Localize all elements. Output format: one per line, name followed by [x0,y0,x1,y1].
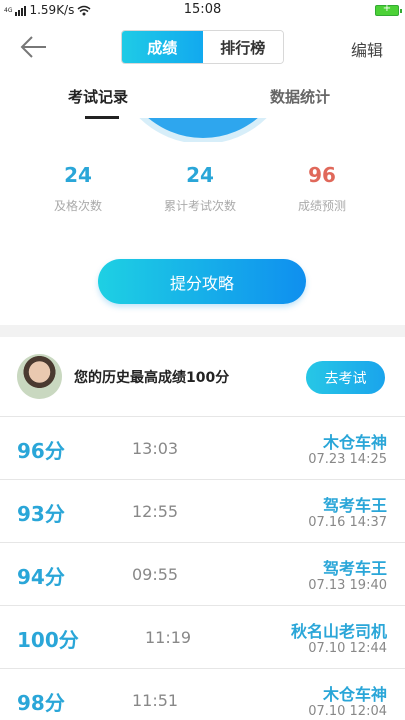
record-date: 07.13 19:40 [308,578,387,593]
record-title: 木仓车神 [322,433,387,452]
segment-scores[interactable]: 成绩 [122,31,203,63]
edit-button[interactable]: 编辑 [351,37,383,61]
stat-value: 24 [186,163,214,187]
tab-statistics[interactable]: 数据统计 [270,86,330,107]
record-date: 07.16 14:37 [308,515,387,530]
segment-ranking[interactable]: 排行榜 [202,31,283,63]
stat-label: 累计考试次数 [163,199,236,213]
record-row[interactable]: 98分 11:51 木仓车神 07.10 12:04 [0,669,405,720]
record-duration: 13:03 [132,439,179,458]
tab-bar: 考试记录 数据统计 [0,78,405,119]
record-score: 96分 [17,439,65,463]
nav-bar: 成绩 排行榜 编辑 [0,20,405,74]
go-exam-button[interactable]: 去考试 [306,361,385,394]
record-date: 07.10 12:04 [308,704,387,719]
stat-total-exams: 24 累计考试次数 [140,163,260,214]
back-arrow-icon[interactable] [18,34,48,60]
score-circle [118,118,288,138]
avatar[interactable] [17,354,62,399]
improve-tips-button[interactable]: 提分攻略 [98,259,306,304]
record-duration: 11:19 [145,628,192,647]
record-score: 100分 [17,628,79,652]
status-time: 15:08 [183,2,222,17]
score-circle-area [0,118,405,142]
record-score: 94分 [17,565,65,589]
battery-icon: + [375,3,402,16]
section-divider [0,325,405,337]
segment-control: 成绩 排行榜 [121,30,284,64]
record-date: 07.23 14:25 [308,452,387,467]
record-date: 07.10 12:44 [308,641,387,656]
best-score-text: 您的历史最高成绩100分 [74,370,230,386]
status-bar: 4G 1.59K/s 15:08 + [0,0,405,20]
record-title: 秋名山老司机 [290,622,387,641]
stat-label: 及格次数 [53,199,102,213]
page: 4G 1.59K/s 15:08 + 成绩 排行榜 编辑 考试记录 数据统计 2… [0,0,405,720]
stat-label: 成绩预测 [297,199,346,213]
stat-score-prediction: 96 成绩预测 [262,163,382,214]
record-row[interactable]: 93分 12:55 驾考车王 07.16 14:37 [0,480,405,543]
tab-exam-records[interactable]: 考试记录 [68,86,128,107]
record-score: 98分 [17,691,65,715]
stat-value: 96 [308,163,336,187]
record-row[interactable]: 100分 11:19 秋名山老司机 07.10 12:44 [0,606,405,669]
record-title: 驾考车王 [322,559,387,578]
record-duration: 11:51 [132,691,179,710]
record-score: 93分 [17,502,65,526]
exam-records-list: 96分 13:03 木仓车神 07.23 14:25 93分 12:55 驾考车… [0,417,405,720]
record-duration: 12:55 [132,502,179,521]
record-duration: 09:55 [132,565,179,584]
battery-charging: + [382,3,392,14]
stat-value: 24 [64,163,92,187]
record-title: 驾考车王 [322,496,387,515]
record-title: 木仓车神 [322,685,387,704]
record-row[interactable]: 94分 09:55 驾考车王 07.13 19:40 [0,543,405,606]
best-score-row: 您的历史最高成绩100分 去考试 [0,337,405,417]
stat-pass-count: 24 及格次数 [18,163,138,214]
record-row[interactable]: 96分 13:03 木仓车神 07.23 14:25 [0,417,405,480]
